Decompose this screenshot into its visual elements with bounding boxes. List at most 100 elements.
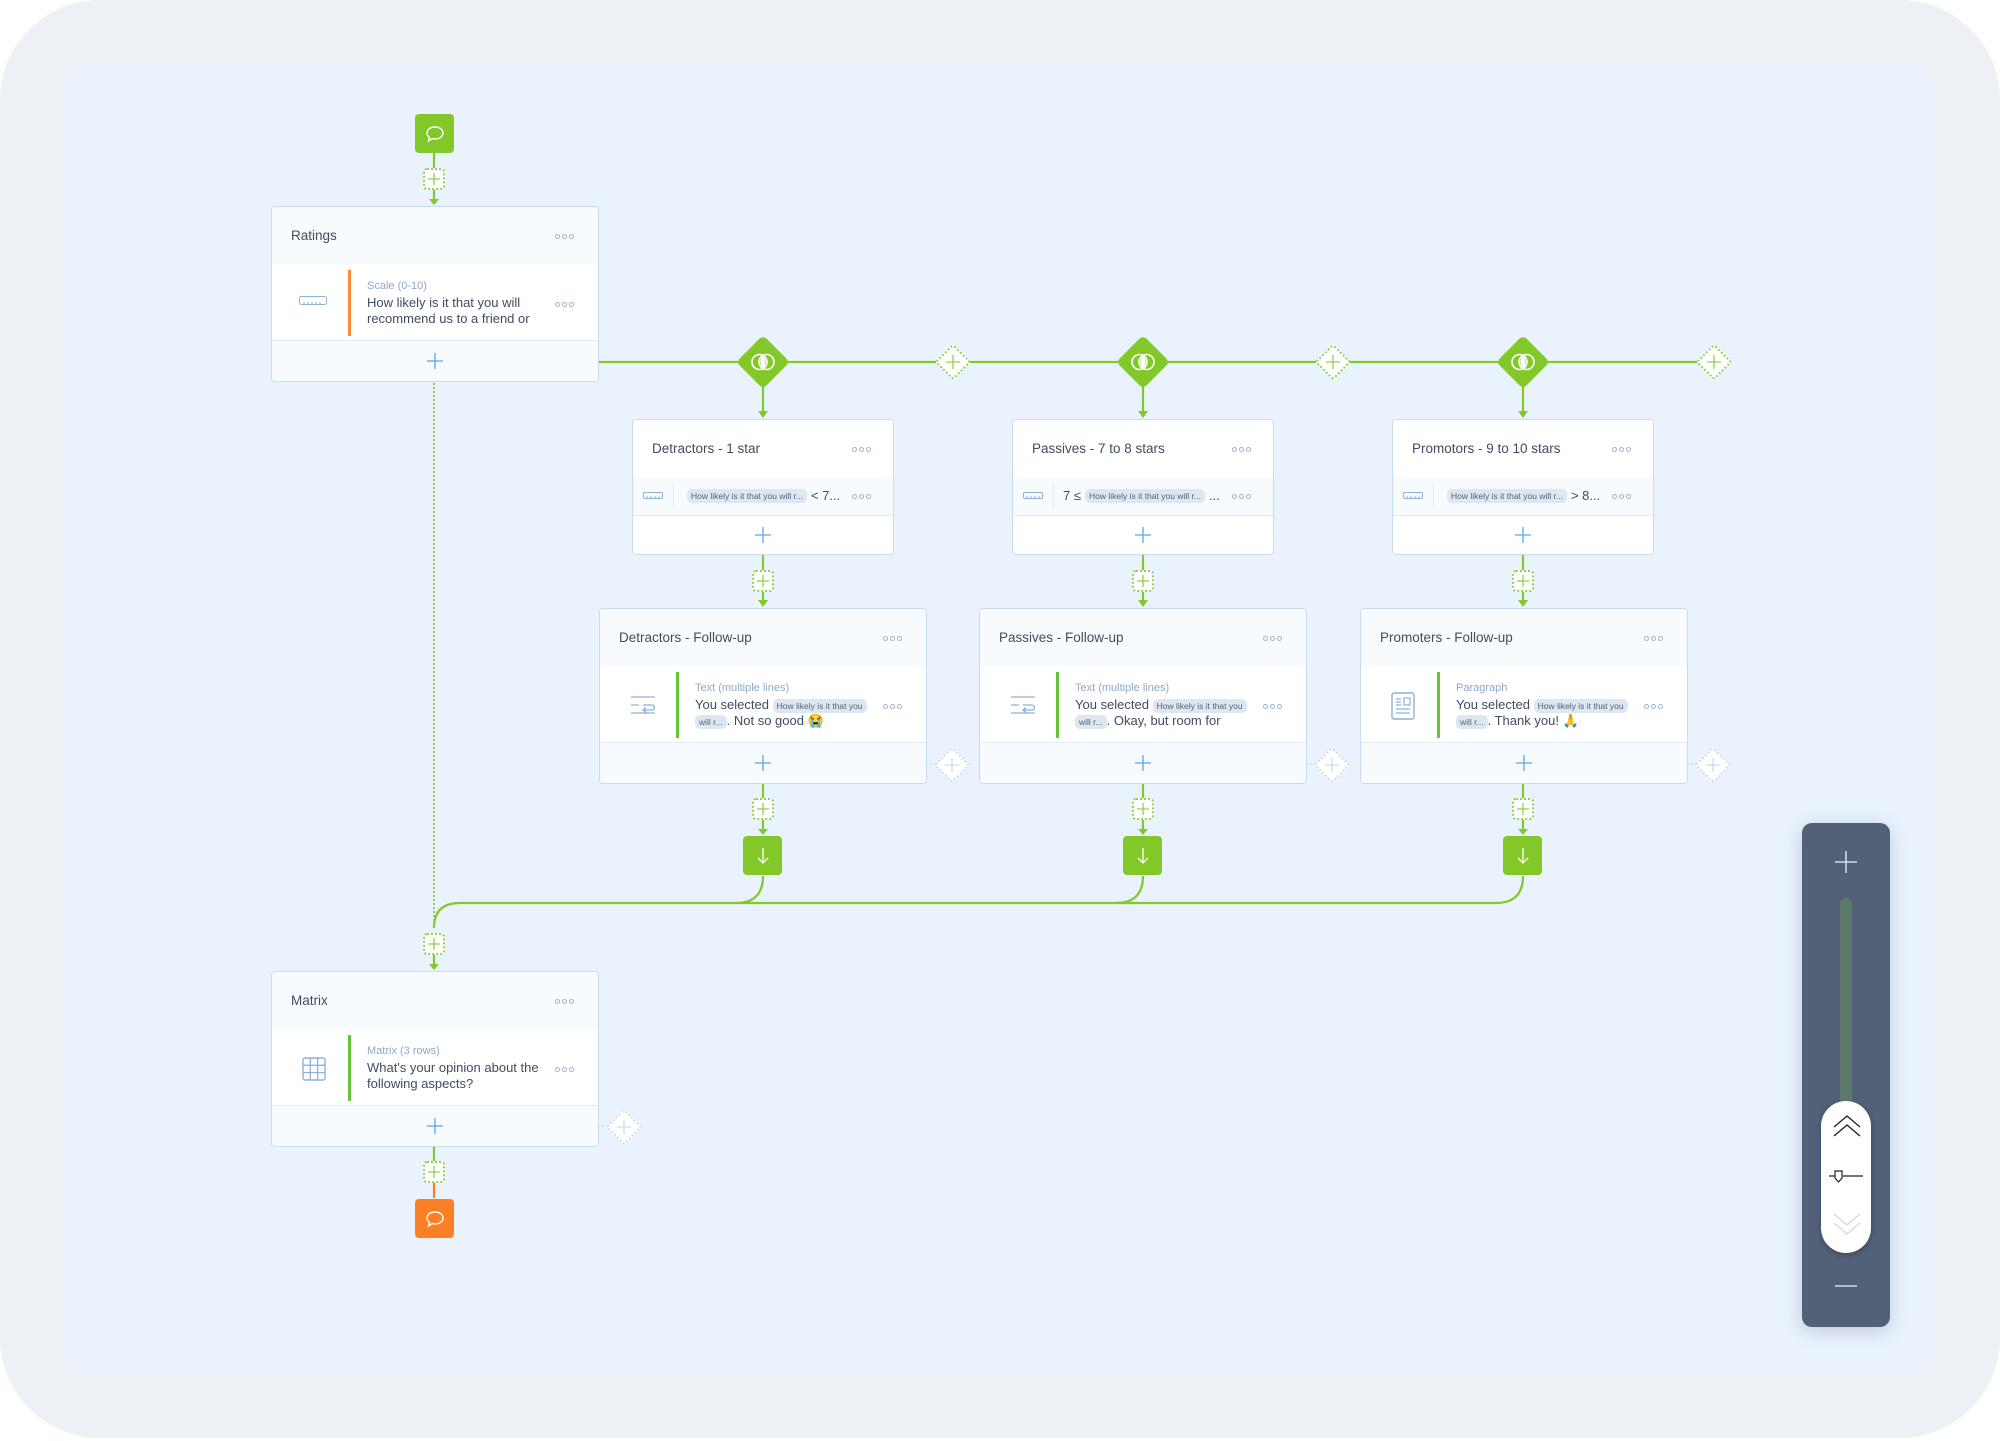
add-step-button[interactable] [1132, 798, 1154, 820]
plus-icon [1517, 803, 1529, 815]
more-options-icon[interactable] [1612, 494, 1631, 499]
multiline-text-icon [1011, 696, 1035, 714]
condition-rule-row[interactable]: How likely is it that you will r... > 8.… [1393, 477, 1653, 517]
plus-icon [427, 353, 443, 369]
plus-icon [1326, 355, 1340, 369]
block-title: Detractors - 1 star [652, 441, 761, 456]
plus-icon [1517, 575, 1529, 587]
minus-icon [1835, 1285, 1857, 1287]
zoom-slider-handle[interactable] [1821, 1101, 1871, 1253]
plus-icon [1706, 758, 1720, 772]
add-question-button[interactable] [980, 742, 1306, 783]
condition-rule-row[interactable]: How likely is it that you will r... < 7.… [633, 477, 893, 517]
plus-icon [1515, 527, 1531, 543]
add-step-button[interactable] [423, 933, 445, 955]
more-options-icon[interactable] [1612, 447, 1631, 452]
add-question-button[interactable] [633, 515, 893, 554]
question-row[interactable]: Text (multiple lines) You selected How l… [600, 666, 926, 744]
double-chevron-down-icon [1833, 1213, 1861, 1235]
more-options-icon[interactable] [555, 1067, 574, 1072]
start-node[interactable] [415, 114, 454, 153]
question-row[interactable]: Scale (0-10) How likely is it that you w… [272, 264, 598, 342]
more-options-icon[interactable] [1232, 494, 1251, 499]
condition-card-detractors[interactable]: Detractors - 1 star How likely is it tha… [632, 419, 894, 555]
more-options-icon[interactable] [852, 494, 871, 499]
block-card-matrix[interactable]: Matrix Matrix (3 rows) What's your opini… [271, 971, 599, 1147]
variable-chip: How likely is it that you [772, 698, 867, 713]
add-step-button[interactable] [1512, 798, 1534, 820]
add-question-button[interactable] [1393, 515, 1653, 554]
condition-rule-row[interactable]: 7 ≤ How likely is it that you will r... … [1013, 477, 1273, 517]
variable-chip: How likely is it that you will r... [687, 488, 807, 503]
plus-icon [1325, 758, 1339, 772]
more-options-icon[interactable] [1644, 704, 1663, 709]
more-options-icon[interactable] [555, 234, 574, 239]
plus-icon [427, 1118, 443, 1134]
plus-icon [755, 527, 771, 543]
more-options-icon[interactable] [555, 999, 574, 1004]
plus-icon [1137, 575, 1149, 587]
condition-card-passives[interactable]: Passives - 7 to 8 stars 7 ≤ How likely i… [1012, 419, 1274, 555]
question-row[interactable]: Paragraph You selected How likely is it … [1361, 666, 1687, 744]
block-card-detractors-followup[interactable]: Detractors - Follow-up Text (multiple li… [599, 608, 927, 784]
add-question-button[interactable] [600, 742, 926, 783]
add-question-button[interactable] [272, 1105, 598, 1146]
plus-icon [428, 173, 440, 185]
variable-chip: will r... [1456, 714, 1488, 729]
question-type: Matrix (3 rows) [367, 1045, 440, 1057]
block-card-ratings[interactable]: Ratings Scale (0-10) How likely is it th… [271, 206, 599, 382]
add-step-button[interactable] [1512, 570, 1534, 592]
more-options-icon[interactable] [555, 302, 574, 307]
more-options-icon[interactable] [1644, 636, 1663, 641]
block-title: Matrix [291, 993, 328, 1008]
variable-chip: How likely is it that you [1152, 698, 1247, 713]
plus-icon [1137, 803, 1149, 815]
paragraph-doc-icon [1391, 692, 1415, 720]
grid-table-icon [302, 1057, 326, 1081]
end-node[interactable] [415, 1199, 454, 1238]
more-options-icon[interactable] [852, 447, 871, 452]
add-step-button[interactable] [752, 798, 774, 820]
block-header: Detractors - Follow-up [600, 609, 926, 667]
block-card-promoters-followup[interactable]: Promoters - Follow-up Paragraph You sele… [1360, 608, 1688, 784]
add-step-button[interactable] [423, 168, 445, 190]
plus-icon [946, 355, 960, 369]
scale-ruler-icon [299, 296, 327, 305]
jump-node[interactable] [1123, 836, 1162, 875]
question-row[interactable]: Matrix (3 rows) What's your opinion abou… [272, 1029, 598, 1107]
add-question-button[interactable] [1013, 515, 1273, 554]
add-question-button[interactable] [1361, 742, 1687, 783]
question-accent-bar [348, 1035, 351, 1101]
more-options-icon[interactable] [883, 636, 902, 641]
speech-bubble-icon [425, 1210, 444, 1228]
zoom-slider-track[interactable] [1840, 898, 1852, 1118]
zoom-in-button[interactable] [1831, 847, 1861, 877]
zoom-out-button[interactable] [1831, 1271, 1861, 1301]
plus-icon [1835, 851, 1857, 873]
add-step-button[interactable] [752, 570, 774, 592]
add-question-button[interactable] [272, 340, 598, 381]
jump-node[interactable] [1503, 836, 1542, 875]
more-options-icon[interactable] [1263, 636, 1282, 641]
block-header: Passives - Follow-up [980, 609, 1306, 667]
block-title: Promotors - 9 to 10 stars [1412, 441, 1561, 456]
question-accent-bar [1056, 672, 1059, 738]
question-accent-bar [676, 672, 679, 738]
arrow-down-icon [757, 847, 768, 864]
add-step-button[interactable] [1132, 570, 1154, 592]
condition-card-promotors[interactable]: Promotors - 9 to 10 stars How likely is … [1392, 419, 1654, 555]
variable-chip: How likely is it that you will r... [1084, 488, 1205, 503]
more-options-icon[interactable] [1263, 704, 1282, 709]
venn-circles-icon [1511, 353, 1535, 371]
condition-expression: How likely is it that you will r... > 8.… [1443, 488, 1600, 503]
block-header: Promotors - 9 to 10 stars [1393, 420, 1653, 478]
double-chevron-up-icon [1833, 1115, 1861, 1137]
more-options-icon[interactable] [1232, 447, 1251, 452]
block-card-passives-followup[interactable]: Passives - Follow-up Text (multiple line… [979, 608, 1307, 784]
question-row[interactable]: Text (multiple lines) You selected How l… [980, 666, 1306, 744]
more-options-icon[interactable] [883, 704, 902, 709]
jump-node[interactable] [743, 836, 782, 875]
scale-ruler-icon [1023, 492, 1043, 499]
plus-icon [757, 575, 769, 587]
add-step-button[interactable] [423, 1161, 445, 1183]
